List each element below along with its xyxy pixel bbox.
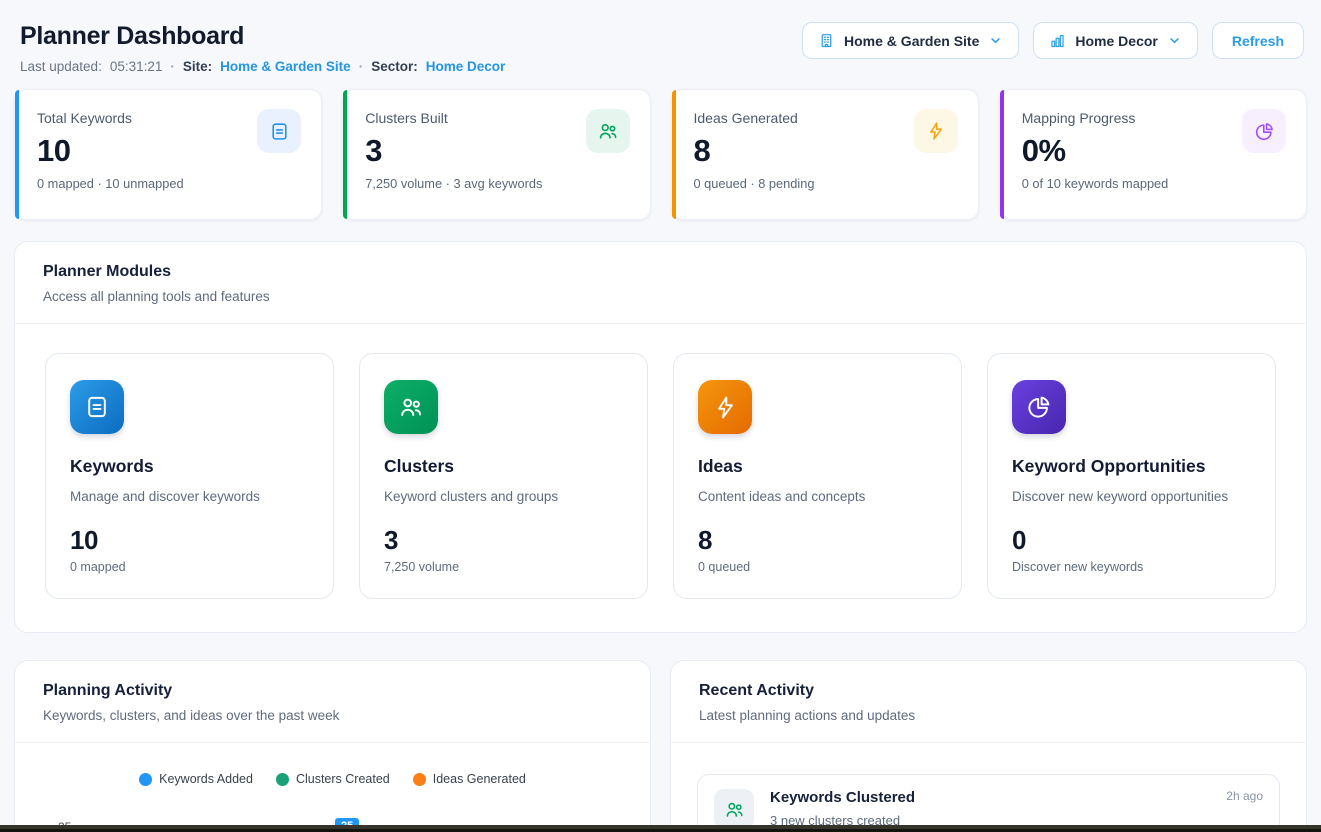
activity-title: Keywords Clustered [770, 789, 915, 806]
last-updated-label: Last updated: [20, 59, 102, 74]
modules-panel-title: Planner Modules [43, 263, 1280, 281]
meta-separator: · [170, 59, 175, 74]
module-title: Clusters [384, 456, 623, 477]
stat-card-ideas-generated: Ideas Generated 8 0 queued · 8 pending [671, 89, 979, 220]
modules-panel-header: Planner Modules Access all planning tool… [15, 242, 1306, 324]
sector-selector-dropdown[interactable]: Home Decor [1033, 22, 1197, 59]
stat-card-total-keywords: Total Keywords 10 0 mapped · 10 unmapped [14, 89, 322, 220]
module-card-keyword-opportunities[interactable]: Keyword Opportunities Discover new keywo… [987, 353, 1276, 599]
screen-bottom-edge-bar [0, 825, 1321, 832]
module-value: 8 [698, 525, 937, 556]
planner-dashboard-page: Planner Dashboard Last updated: 05:31:21… [0, 0, 1321, 832]
bolt-icon [914, 109, 958, 153]
sector-label: Sector: [371, 59, 418, 74]
module-value: 10 [70, 525, 309, 556]
building-icon [818, 32, 835, 49]
legend-item-keywords-added[interactable]: Keywords Added [139, 772, 253, 786]
planning-activity-panel: Planning Activity Keywords, clusters, an… [14, 660, 651, 832]
bar-chart-icon [1049, 32, 1066, 49]
module-sub: 7,250 volume [384, 560, 623, 574]
activity-top-row: Keywords Clustered 2h ago [770, 789, 1263, 806]
bottom-row: Planning Activity Keywords, clusters, an… [14, 660, 1307, 832]
module-card-clusters[interactable]: Clusters Keyword clusters and groups 3 7… [359, 353, 648, 599]
users-icon [714, 789, 754, 829]
planner-modules-panel: Planner Modules Access all planning tool… [14, 241, 1307, 633]
chevron-down-icon [1167, 33, 1182, 48]
legend-label: Keywords Added [159, 772, 253, 786]
meta-line: Last updated: 05:31:21 · Site: Home & Ga… [20, 59, 505, 74]
legend-dot-icon [413, 773, 426, 786]
site-selector-dropdown[interactable]: Home & Garden Site [802, 22, 1019, 59]
activity-timestamp: 2h ago [1226, 789, 1263, 803]
activity-list: Keywords Clustered 2h ago 3 new clusters… [671, 743, 1306, 832]
module-title: Ideas [698, 456, 937, 477]
module-sub: Discover new keywords [1012, 560, 1251, 574]
refresh-button[interactable]: Refresh [1212, 22, 1304, 59]
planning-activity-header: Planning Activity Keywords, clusters, an… [15, 661, 650, 743]
users-icon [384, 380, 438, 434]
chevron-down-icon [988, 33, 1003, 48]
module-description: Manage and discover keywords [70, 489, 309, 504]
module-title: Keywords [70, 456, 309, 477]
module-value: 0 [1012, 525, 1251, 556]
module-title: Keyword Opportunities [1012, 456, 1251, 477]
module-description: Content ideas and concepts [698, 489, 937, 504]
file-lines-icon [257, 109, 301, 153]
stats-row: Total Keywords 10 0 mapped · 10 unmapped… [14, 89, 1307, 220]
page-header-left: Planner Dashboard Last updated: 05:31:21… [20, 22, 505, 74]
planning-activity-subtitle: Keywords, clusters, and ideas over the p… [43, 708, 624, 723]
last-updated-value: 05:31:21 [110, 59, 163, 74]
stat-sub: 7,250 volume · 3 avg keywords [365, 176, 627, 191]
recent-activity-header: Recent Activity Latest planning actions … [671, 661, 1306, 743]
module-sub: 0 mapped [70, 560, 309, 574]
site-selector-label: Home & Garden Site [844, 33, 979, 49]
recent-activity-panel: Recent Activity Latest planning actions … [670, 660, 1307, 832]
site-link[interactable]: Home & Garden Site [220, 59, 351, 74]
module-card-keywords[interactable]: Keywords Manage and discover keywords 10… [45, 353, 334, 599]
page-title: Planner Dashboard [20, 22, 505, 51]
stat-sub: 0 queued · 8 pending [694, 176, 956, 191]
pie-chart-icon [1012, 380, 1066, 434]
sector-selector-label: Home Decor [1075, 33, 1157, 49]
users-icon [586, 109, 630, 153]
sector-link[interactable]: Home Decor [426, 59, 506, 74]
planning-activity-title: Planning Activity [43, 682, 624, 700]
bolt-icon [698, 380, 752, 434]
page-header: Planner Dashboard Last updated: 05:31:21… [0, 0, 1321, 74]
module-card-ideas[interactable]: Ideas Content ideas and concepts 8 0 que… [673, 353, 962, 599]
stat-card-mapping-progress: Mapping Progress 0% 0 of 10 keywords map… [999, 89, 1307, 220]
pie-chart-icon [1242, 109, 1286, 153]
header-controls: Home & Garden Site Home Decor [802, 22, 1304, 59]
stat-sub: 0 mapped · 10 unmapped [37, 176, 299, 191]
modules-panel-subtitle: Access all planning tools and features [43, 289, 1280, 304]
legend-dot-icon [139, 773, 152, 786]
legend-label: Clusters Created [296, 772, 390, 786]
stat-card-clusters-built: Clusters Built 3 7,250 volume · 3 avg ke… [342, 89, 650, 220]
meta-separator: · [359, 59, 364, 74]
file-lines-icon [70, 380, 124, 434]
legend-dot-icon [276, 773, 289, 786]
module-description: Discover new keyword opportunities [1012, 489, 1251, 504]
legend-label: Ideas Generated [433, 772, 526, 786]
legend-item-ideas-generated[interactable]: Ideas Generated [413, 772, 526, 786]
module-description: Keyword clusters and groups [384, 489, 623, 504]
modules-grid: Keywords Manage and discover keywords 10… [15, 324, 1306, 632]
stat-sub: 0 of 10 keywords mapped [1022, 176, 1284, 191]
site-label: Site: [183, 59, 212, 74]
activity-item-keywords-clustered: Keywords Clustered 2h ago 3 new clusters… [697, 774, 1280, 832]
chart-legend: Keywords Added Clusters Created Ideas Ge… [15, 772, 650, 786]
module-sub: 0 queued [698, 560, 937, 574]
recent-activity-title: Recent Activity [699, 682, 1280, 700]
legend-item-clusters-created[interactable]: Clusters Created [276, 772, 390, 786]
module-value: 3 [384, 525, 623, 556]
activity-body: Keywords Clustered 2h ago 3 new clusters… [770, 789, 1263, 829]
recent-activity-subtitle: Latest planning actions and updates [699, 708, 1280, 723]
